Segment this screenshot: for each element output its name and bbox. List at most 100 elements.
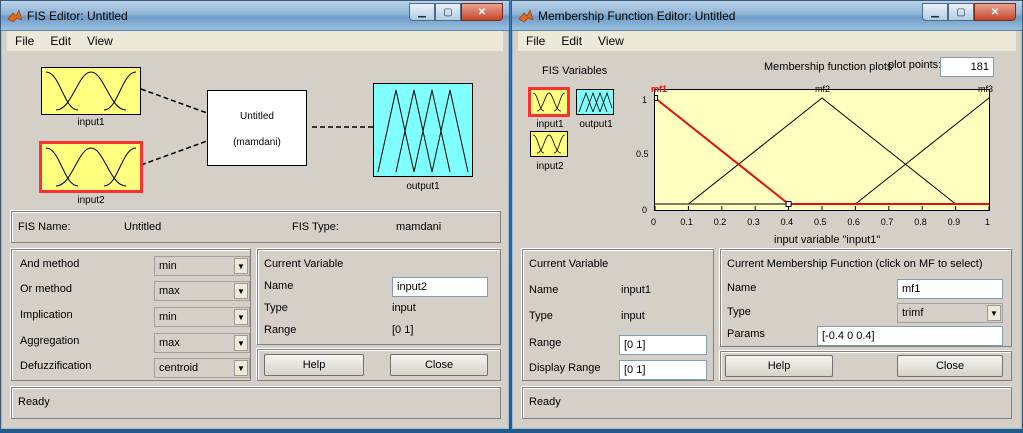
fis-window-title: FIS Editor: Untitled	[27, 9, 128, 23]
y-tick-label: 0.5	[636, 149, 649, 159]
mf-curve-mf3[interactable]	[655, 97, 1023, 205]
current-mf-heading: Current Membership Function (click on MF…	[727, 258, 983, 270]
x-tick-label: 0.7	[880, 217, 894, 227]
mf-curve-mf2[interactable]	[655, 97, 989, 205]
menu-edit[interactable]: Edit	[553, 34, 590, 48]
mf-vertex-handle[interactable]	[652, 95, 658, 101]
input1-mf-icon	[45, 71, 137, 111]
or-method-label: Or method	[20, 283, 72, 295]
fis-titlebar[interactable]: FIS Editor: Untitled ▁ ▢ ✕	[1, 1, 509, 31]
implication-select[interactable]: min ▼	[154, 307, 250, 327]
close-button[interactable]: Close	[390, 354, 488, 376]
input1-mf-icon	[532, 92, 566, 112]
output1-label: output1	[406, 181, 440, 192]
output1-mf-icon	[578, 91, 613, 113]
fis-info-panel: FIS Name: Untitled FIS Type: mamdani	[11, 211, 501, 243]
mf3-plot-label[interactable]: mf3	[978, 84, 993, 94]
close-button[interactable]: Close	[897, 355, 1003, 377]
current-mf-panel: Current Membership Function (click on MF…	[720, 249, 1012, 347]
mf-curve-mf1[interactable]	[520, 96, 989, 205]
close-icon[interactable]: ✕	[461, 3, 503, 21]
menu-file[interactable]: File	[518, 34, 553, 48]
x-tick-label: 0.3	[747, 217, 760, 227]
fis-menubar: File Edit View	[7, 31, 503, 51]
input2-block[interactable]	[39, 141, 143, 193]
plots-heading: Membership function plots	[764, 61, 893, 73]
type-value: input	[392, 302, 416, 314]
and-method-label: And method	[20, 258, 80, 270]
fis-name-label: FIS Name:	[18, 221, 71, 233]
variable-name-input[interactable]: input2	[392, 277, 488, 297]
maximize-icon[interactable]: ▢	[435, 3, 461, 21]
system-block[interactable]: Untitled (mamdani)	[207, 90, 307, 166]
system-type: (mamdani)	[233, 137, 281, 148]
name-label: Name	[529, 284, 559, 296]
input1-block[interactable]	[41, 67, 141, 115]
help-button[interactable]: Help	[264, 354, 364, 376]
mf-window-title: Membership Function Editor: Untitled	[538, 9, 736, 23]
chevron-down-icon: ▼	[234, 283, 248, 299]
mf-titlebar[interactable]: Membership Function Editor: Untitled ▁ ▢…	[512, 1, 1022, 31]
var-output1-label: output1	[579, 119, 613, 130]
fis-type-label: FIS Type:	[292, 221, 339, 233]
chevron-down-icon: ▼	[234, 360, 248, 376]
and-method-select[interactable]: min ▼	[154, 256, 250, 276]
menu-view[interactable]: View	[79, 34, 121, 48]
x-tick-label: 0.8	[914, 217, 927, 227]
mf-plot-area[interactable]	[520, 89, 1023, 211]
mf2-plot-label[interactable]: mf2	[815, 84, 830, 94]
var-input2-label: input2	[536, 161, 564, 172]
range-input[interactable]: [0 1]	[619, 335, 707, 355]
defuzzification-select[interactable]: centroid ▼	[154, 358, 250, 378]
plot-points-input[interactable]: 181	[940, 57, 994, 77]
defuzzification-label: Defuzzification	[20, 360, 92, 372]
mf-plot-svg[interactable]	[520, 90, 1023, 210]
help-button[interactable]: Help	[725, 355, 833, 377]
var-output1-block[interactable]	[576, 89, 614, 115]
menu-view[interactable]: View	[590, 34, 632, 48]
x-tick-label: 0	[651, 217, 657, 227]
fis-status-bar: Ready	[11, 387, 501, 419]
type-value: input	[621, 310, 645, 322]
range-label: Range	[264, 324, 297, 336]
display-range-input[interactable]: [0 1]	[619, 360, 707, 380]
methods-panel: And method min ▼ Or method max ▼ Implicati…	[11, 249, 251, 381]
menu-file[interactable]: File	[7, 34, 42, 48]
mf-params-input[interactable]: [-0.4 0 0.4]	[817, 326, 1003, 346]
aggregation-select[interactable]: max ▼	[154, 333, 250, 353]
input2-label: input2	[77, 195, 105, 206]
fis-name-value: Untitled	[124, 221, 162, 233]
status-text: Ready	[18, 396, 50, 408]
y-tick-label: 0	[642, 205, 648, 215]
status-text: Ready	[529, 396, 561, 408]
range-value: [0 1]	[392, 324, 414, 336]
name-value: input1	[621, 284, 651, 296]
var-input2-block[interactable]	[530, 131, 568, 157]
close-icon[interactable]: ✕	[974, 3, 1016, 21]
maximize-icon[interactable]: ▢	[948, 3, 974, 21]
mf-status-bar: Ready	[522, 387, 1012, 419]
minimize-icon[interactable]: ▁	[409, 3, 435, 21]
or-method-select[interactable]: max ▼	[154, 281, 250, 301]
var-input1-label: input1	[536, 119, 564, 130]
fis-current-variable-panel: Current Variable Name input2 Type input …	[257, 249, 501, 345]
mf-type-select[interactable]: trimf ▼	[897, 303, 1003, 323]
output1-block[interactable]	[373, 83, 473, 177]
input2-mf-icon	[532, 134, 566, 154]
fis-editor-window: FIS Editor: Untitled ▁ ▢ ✕ File Edit Vie…	[0, 0, 510, 430]
mf-vertex-handle[interactable]	[785, 201, 792, 207]
matlab-icon	[518, 9, 534, 23]
mf-type-label: Type	[727, 306, 751, 318]
menu-edit[interactable]: Edit	[42, 34, 79, 48]
mf-name-input[interactable]: mf1	[897, 279, 1003, 299]
matlab-icon	[7, 9, 23, 23]
mf-name-label: Name	[727, 282, 757, 294]
mf1-plot-label[interactable]: mf1	[651, 84, 667, 94]
mf-client-area: FIS Variables input1 output1 input2 Memb…	[518, 53, 1023, 425]
chevron-down-icon: ▼	[234, 335, 248, 351]
var-input1-block[interactable]	[528, 87, 570, 117]
minimize-icon[interactable]: ▁	[922, 3, 948, 21]
implication-label: Implication	[20, 309, 73, 321]
display-range-label: Display Range	[529, 362, 601, 374]
aggregation-label: Aggregation	[20, 335, 80, 347]
